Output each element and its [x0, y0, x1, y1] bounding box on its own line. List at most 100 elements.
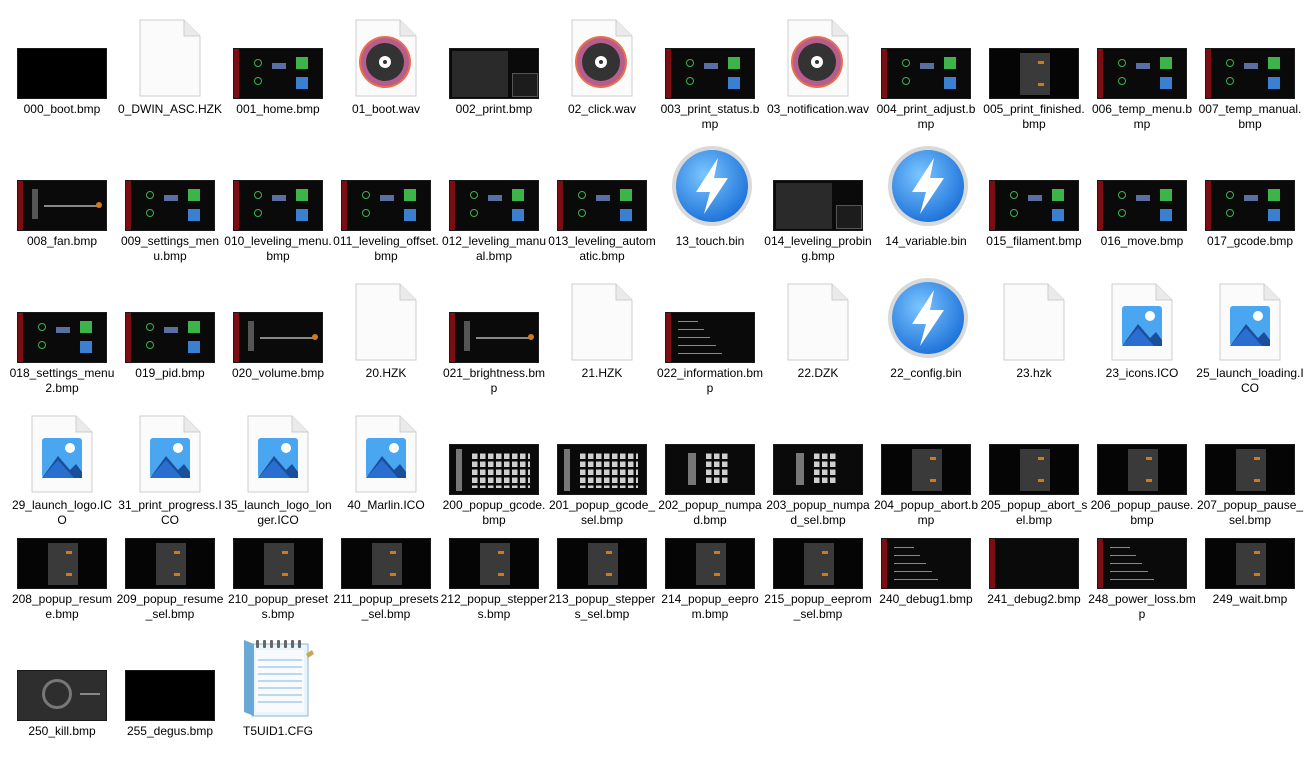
file-icon: [332, 140, 440, 232]
file-item[interactable]: 002_print.bmp: [440, 8, 548, 116]
file-icon: [656, 272, 764, 364]
file-item[interactable]: 210_popup_presets.bmp: [224, 498, 332, 621]
file-icon: [332, 8, 440, 100]
file-icon: [980, 140, 1088, 232]
file-item[interactable]: 207_popup_pause_sel.bmp: [1196, 404, 1304, 527]
lightning-bin-icon: [670, 144, 754, 228]
file-item[interactable]: 249_wait.bmp: [1196, 498, 1304, 606]
file-item[interactable]: 02_click.wav: [548, 8, 656, 116]
file-item[interactable]: 25_launch_loading.ICO: [1196, 272, 1304, 395]
file-item[interactable]: 215_popup_eeprom_sel.bmp: [764, 498, 872, 621]
file-item[interactable]: 0_DWIN_ASC.HZK: [116, 8, 224, 116]
file-item[interactable]: 000_boot.bmp: [8, 8, 116, 116]
file-item[interactable]: 14_variable.bin: [872, 140, 980, 248]
file-item[interactable]: 212_popup_steppers.bmp: [440, 498, 548, 621]
file-explorer-icon-grid: 000_boot.bmp 0_DWIN_ASC.HZK 001_home.bmp …: [0, 0, 1304, 761]
file-icon: [332, 272, 440, 364]
blank-document-icon: [570, 282, 634, 362]
file-item[interactable]: 200_popup_gcode.bmp: [440, 404, 548, 527]
file-item[interactable]: 40_Marlin.ICO: [332, 404, 440, 512]
file-item[interactable]: 016_move.bmp: [1088, 140, 1196, 248]
file-icon: [872, 140, 980, 232]
file-name-label: 008_fan.bmp: [26, 234, 98, 248]
file-icon: [656, 8, 764, 100]
file-item[interactable]: 201_popup_gcode_sel.bmp: [548, 404, 656, 527]
file-item[interactable]: 012_leveling_manual.bmp: [440, 140, 548, 263]
file-item[interactable]: 21.HZK: [548, 272, 656, 380]
file-item[interactable]: 205_popup_abort_sel.bmp: [980, 404, 1088, 527]
bmp-thumbnail: [17, 180, 107, 231]
file-item[interactable]: 255_degus.bmp: [116, 630, 224, 738]
bmp-thumbnail: [341, 538, 431, 589]
file-item[interactable]: 005_print_finished.bmp: [980, 8, 1088, 131]
file-name-label: 005_print_finished.bmp: [983, 102, 1085, 131]
file-name-label: 21.HZK: [581, 366, 623, 380]
file-item[interactable]: 214_popup_eeprom.bmp: [656, 498, 764, 621]
file-item[interactable]: 23_icons.ICO: [1088, 272, 1196, 380]
bmp-thumbnail: [881, 444, 971, 495]
file-item[interactable]: 209_popup_resume_sel.bmp: [116, 498, 224, 621]
file-item[interactable]: 003_print_status.bmp: [656, 8, 764, 131]
file-name-label: 015_filament.bmp: [986, 234, 1082, 248]
file-item[interactable]: 22.DZK: [764, 272, 872, 380]
file-item[interactable]: T5UID1.CFG: [224, 630, 332, 738]
file-item[interactable]: 011_leveling_offset.bmp: [332, 140, 440, 263]
bmp-thumbnail: [17, 48, 107, 99]
file-item[interactable]: 31_print_progress.ICO: [116, 404, 224, 527]
file-item[interactable]: 021_brightness.bmp: [440, 272, 548, 395]
file-item[interactable]: 208_popup_resume.bmp: [8, 498, 116, 621]
file-icon: [872, 404, 980, 496]
bmp-thumbnail: [1097, 444, 1187, 495]
file-item[interactable]: 006_temp_menu.bmp: [1088, 8, 1196, 131]
file-item[interactable]: 013_leveling_automatic.bmp: [548, 140, 656, 263]
file-item[interactable]: 202_popup_numpad.bmp: [656, 404, 764, 527]
file-name-label: 20.HZK: [365, 366, 407, 380]
file-item[interactable]: 241_debug2.bmp: [980, 498, 1088, 606]
file-item[interactable]: 203_popup_numpad_sel.bmp: [764, 404, 872, 527]
file-item[interactable]: 03_notification.wav: [764, 8, 872, 116]
file-item[interactable]: 13_touch.bin: [656, 140, 764, 248]
file-item[interactable]: 20.HZK: [332, 272, 440, 380]
bmp-thumbnail: [557, 538, 647, 589]
file-name-label: 011_leveling_offset.bmp: [333, 234, 439, 263]
file-icon: [116, 630, 224, 722]
file-item[interactable]: 008_fan.bmp: [8, 140, 116, 248]
file-item[interactable]: 018_settings_menu2.bmp: [8, 272, 116, 395]
file-item[interactable]: 23.hzk: [980, 272, 1088, 380]
file-item[interactable]: 017_gcode.bmp: [1196, 140, 1304, 248]
file-item[interactable]: 007_temp_manual.bmp: [1196, 8, 1304, 131]
file-icon: [116, 8, 224, 100]
file-item[interactable]: 213_popup_steppers_sel.bmp: [548, 498, 656, 621]
file-item[interactable]: 22_config.bin: [872, 272, 980, 380]
file-item[interactable]: 009_settings_menu.bmp: [116, 140, 224, 263]
audio-file-icon: [354, 18, 418, 98]
file-name-label: 22_config.bin: [890, 366, 962, 380]
file-icon: [116, 140, 224, 232]
file-item[interactable]: 010_leveling_menu.bmp: [224, 140, 332, 263]
notepad-file-icon: [242, 634, 318, 720]
blank-document-icon: [1002, 282, 1066, 362]
file-icon: [872, 272, 980, 364]
file-item[interactable]: 014_leveling_probing.bmp: [764, 140, 872, 263]
file-item[interactable]: 01_boot.wav: [332, 8, 440, 116]
bmp-thumbnail: [449, 48, 539, 99]
file-item[interactable]: 004_print_adjust.bmp: [872, 8, 980, 131]
file-item[interactable]: 240_debug1.bmp: [872, 498, 980, 606]
bmp-thumbnail: [233, 48, 323, 99]
file-item[interactable]: 211_popup_presets_sel.bmp: [332, 498, 440, 621]
file-icon: [1196, 8, 1304, 100]
file-item[interactable]: 019_pid.bmp: [116, 272, 224, 380]
file-item[interactable]: 001_home.bmp: [224, 8, 332, 116]
file-icon: [548, 140, 656, 232]
file-icon: [656, 140, 764, 232]
file-item[interactable]: 206_popup_pause.bmp: [1088, 404, 1196, 527]
file-item[interactable]: 248_power_loss.bmp: [1088, 498, 1196, 621]
file-item[interactable]: 250_kill.bmp: [8, 630, 116, 738]
file-item[interactable]: 015_filament.bmp: [980, 140, 1088, 248]
file-item[interactable]: 29_launch_logo.ICO: [8, 404, 116, 527]
file-item[interactable]: 35_launch_logo_longer.ICO: [224, 404, 332, 527]
file-item[interactable]: 022_information.bmp: [656, 272, 764, 395]
file-item[interactable]: 204_popup_abort.bmp: [872, 404, 980, 527]
file-item[interactable]: 020_volume.bmp: [224, 272, 332, 380]
file-name-label: 249_wait.bmp: [1212, 592, 1288, 606]
